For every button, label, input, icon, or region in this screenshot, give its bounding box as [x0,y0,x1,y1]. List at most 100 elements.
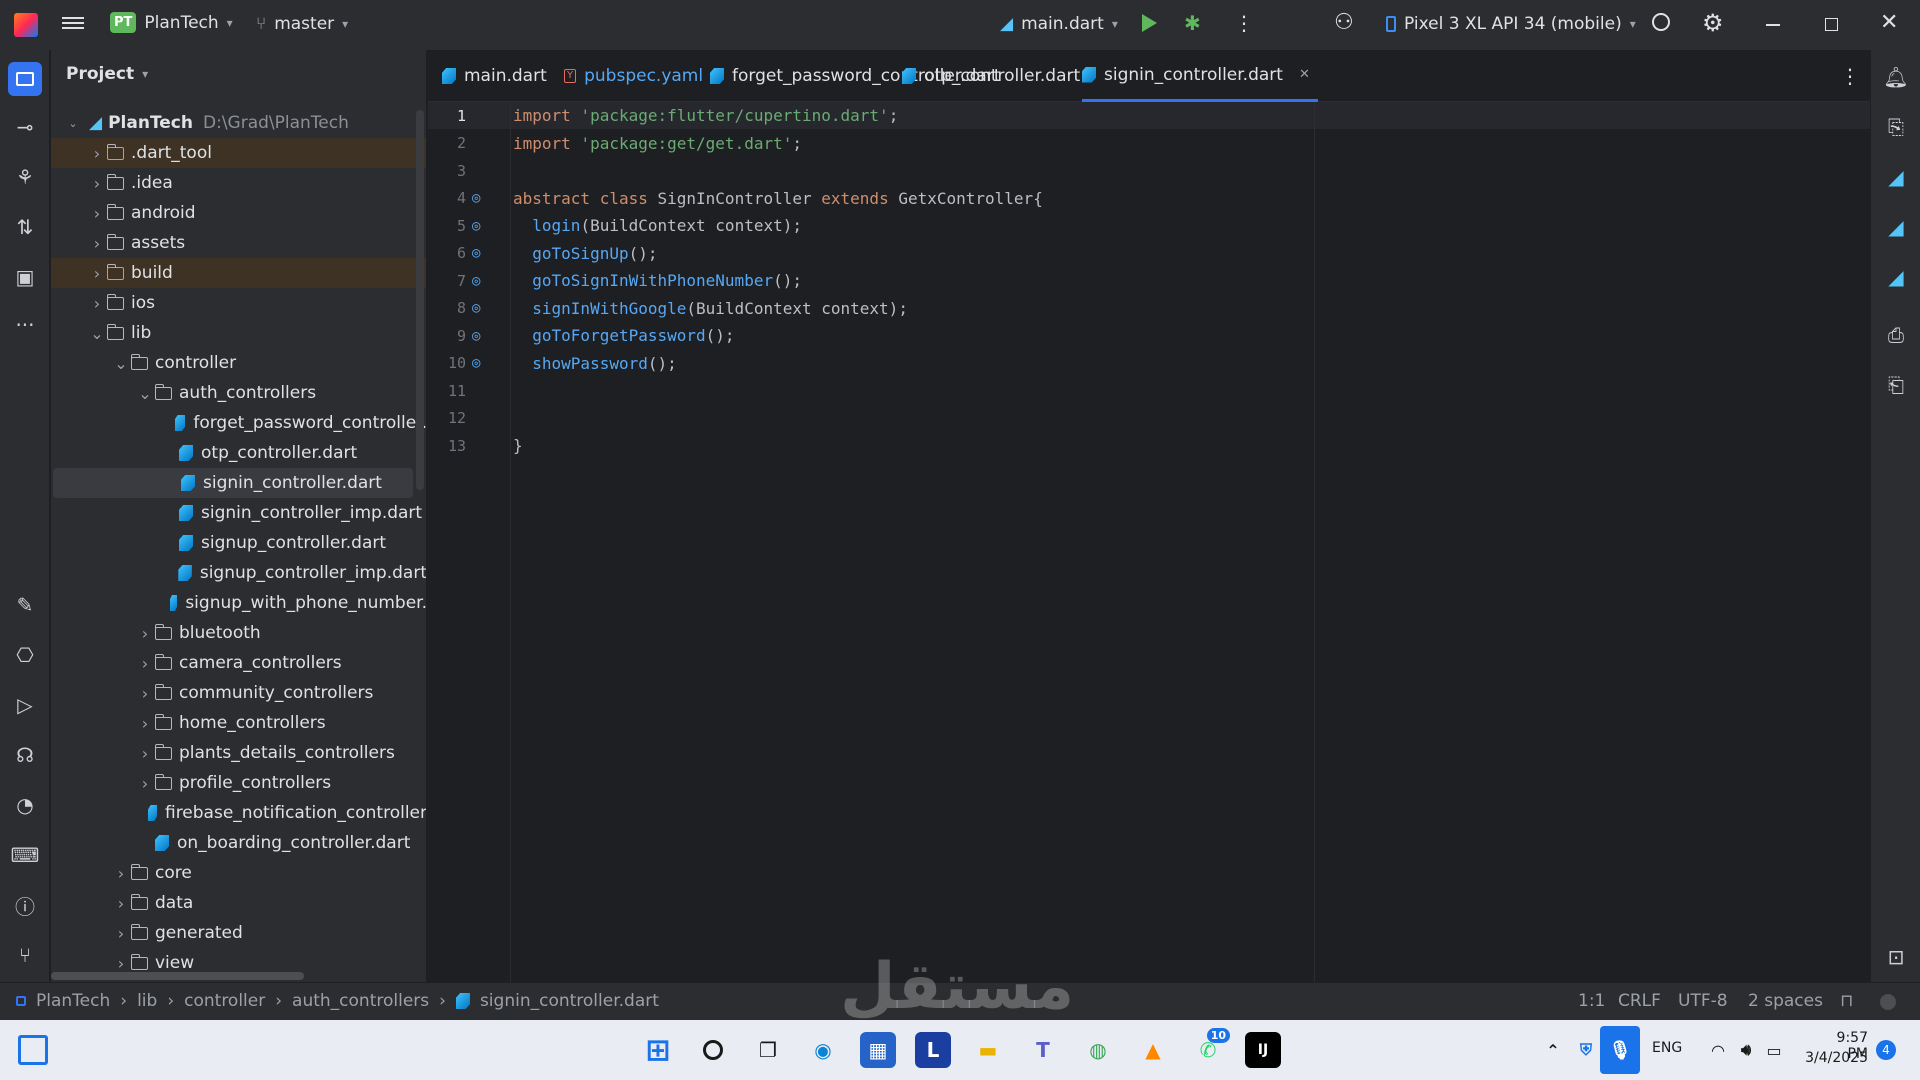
caret-position[interactable]: 1:1 [1578,991,1605,1011]
chevron-right-icon[interactable]: › [87,204,107,223]
tab-main-dart[interactable]: main.dart [442,50,547,102]
chevron-right-icon[interactable]: › [87,294,107,313]
code-line[interactable]: 8 ◎ signInWithGoogle(BuildContext context… [428,295,1870,322]
tree-item[interactable]: signup_controller_imp.dart [51,558,426,588]
defender-icon[interactable]: ⛨ [1568,1032,1604,1068]
tree-item[interactable]: › .idea [51,168,426,198]
project-tool-icon[interactable] [8,62,42,96]
add-user-icon[interactable]: ⚇ [1334,10,1354,35]
code-line[interactable]: 3 [428,157,1870,184]
device-manager-icon[interactable]: ⎔ [10,640,40,670]
chevron-right-icon[interactable]: › [111,894,131,913]
close-icon[interactable]: ✕ [1880,10,1898,35]
minimize-icon[interactable] [1766,24,1780,26]
terminal-icon[interactable]: ⌨ [10,840,40,870]
chevron-right-icon[interactable]: › [111,864,131,883]
implemented-method-gutter-icon[interactable]: ◎ [472,218,492,234]
chevron-right-icon[interactable]: › [111,954,131,973]
tree-item[interactable]: ⌄ controller [51,348,426,378]
teams-icon[interactable]: T [1025,1032,1061,1068]
flutter-deeplinks-icon[interactable]: ◢ [1881,262,1911,292]
run-icon[interactable] [1142,14,1157,32]
tab-pubspec-yaml[interactable]: Ypubspec.yaml [564,50,703,102]
tree-item[interactable]: › plants_details_controllers [51,738,426,768]
vlc-icon[interactable]: ▲ [1135,1032,1171,1068]
search-icon[interactable] [1652,13,1670,31]
breadcrumb-item[interactable]: lib [137,991,157,1011]
implemented-method-gutter-icon[interactable]: ◎ [472,355,492,371]
logcat-icon[interactable]: ☊ [10,740,40,770]
code-line[interactable]: 1 import 'package:flutter/cupertino.dart'… [428,102,1870,129]
clock-date[interactable]: 3/4/2025 [1800,1050,1868,1066]
tree-item[interactable]: › android [51,198,426,228]
code-line[interactable]: 7 ◎ goToSignInWithPhoneNumber(); [428,267,1870,294]
implemented-method-gutter-icon[interactable]: ◎ [472,273,492,289]
tree-item[interactable]: › generated [51,918,426,948]
tree-item[interactable]: › bluetooth [51,618,426,648]
profiler-icon[interactable]: ◔ [10,790,40,820]
device-explorer-icon[interactable]: ⎙ [1881,320,1911,350]
problems-icon[interactable]: ⓘ [10,890,40,920]
battery-icon[interactable]: ▭ [1756,1032,1792,1068]
more-actions-icon[interactable]: ⋮ [1234,11,1254,35]
code-line[interactable]: 13} [428,432,1870,459]
chevron-down-icon[interactable]: ⌄ [111,354,131,373]
indent-setting[interactable]: 2 spaces [1748,991,1823,1011]
chevron-right-icon[interactable]: › [135,684,155,703]
code-line[interactable]: 4 ◎ abstract class SignInController extend… [428,185,1870,212]
main-menu-icon[interactable] [62,14,84,32]
chevron-right-icon[interactable]: › [87,234,107,253]
task-view-icon[interactable]: ❐ [750,1032,786,1068]
run-tool-icon[interactable]: ▷ [10,690,40,720]
code-line[interactable]: 5 ◎ login(BuildContext context); [428,212,1870,239]
chevron-right-icon[interactable]: › [135,624,155,643]
tree-item[interactable]: signin_controller.dart [53,468,413,498]
start-icon[interactable]: ⊞ [640,1032,676,1068]
run-config-selector[interactable]: ◢ main.dart ▾ [1000,14,1118,34]
notification-count[interactable]: 4 [1876,1040,1896,1060]
store-icon[interactable]: ▦ [860,1032,896,1068]
flutter-inspector-icon[interactable]: ✎ [10,590,40,620]
android-studio-logo-icon[interactable] [14,13,38,37]
breadcrumb-item[interactable]: auth_controllers [292,991,429,1011]
code-line[interactable]: 9 ◎ goToForgetPassword(); [428,322,1870,349]
whatsapp-icon[interactable]: ✆ 10 [1190,1028,1230,1068]
tree-item[interactable]: ⌄ auth_controllers [51,378,426,408]
chevron-right-icon[interactable]: › [111,924,131,943]
close-tab-icon[interactable]: ✕ [1299,67,1310,82]
tree-item[interactable]: otp_controller.dart [51,438,426,468]
microphone-icon[interactable]: 🎙︎ [1600,1026,1640,1074]
file-encoding[interactable]: UTF-8 [1678,991,1728,1011]
more-tools-icon[interactable]: ··· [10,310,40,340]
restore-icon[interactable] [1825,18,1838,31]
tree-item[interactable]: › profile_controllers [51,768,426,798]
tree-item[interactable]: › data [51,888,426,918]
pull-requests-icon[interactable]: ⇅ [10,212,40,242]
tree-item[interactable]: › camera_controllers [51,648,426,678]
chevron-right-icon[interactable]: › [135,654,155,673]
search-icon[interactable] [695,1032,731,1068]
breadcrumb-item[interactable]: controller [184,991,265,1011]
branch-switcher[interactable]: ⑂ master ▾ [256,14,348,34]
android-studio-taskbar-icon[interactable]: IJ [1245,1032,1281,1068]
tree-item[interactable]: › .dart_tool [51,138,426,168]
flutter-performance-icon[interactable]: ◢ [1881,162,1911,192]
flutter-outline-icon[interactable]: ◢ [1881,212,1911,242]
code-line[interactable]: 2 import 'package:get/get.dart'; [428,130,1870,157]
code-line[interactable]: 11 [428,377,1870,404]
notifications-icon[interactable]: 🔔︎ [1881,62,1911,92]
tree-item[interactable]: › core [51,858,426,888]
tree-item[interactable]: signup_with_phone_number. [51,588,426,618]
chevron-right-icon[interactable]: › [87,144,107,163]
tab-otp-controller-dart[interactable]: otp_controller.dart [902,50,1080,102]
implemented-method-gutter-icon[interactable]: ◎ [472,190,492,206]
implemented-method-gutter-icon[interactable]: ◎ [472,245,492,261]
tab-signin-controller-dart[interactable]: signin_controller.dart ✕ [1082,50,1318,102]
more-tabs-icon[interactable]: ⋮ [1840,64,1860,88]
emulator-icon[interactable]: ⊡ [1881,942,1911,972]
tree-item[interactable]: on_boarding_controller.dart [51,828,426,858]
vertical-scrollbar[interactable] [416,110,424,490]
chevron-right-icon[interactable]: › [135,774,155,793]
line-separator[interactable]: CRLF [1618,991,1661,1011]
tree-item[interactable]: › community_controllers [51,678,426,708]
